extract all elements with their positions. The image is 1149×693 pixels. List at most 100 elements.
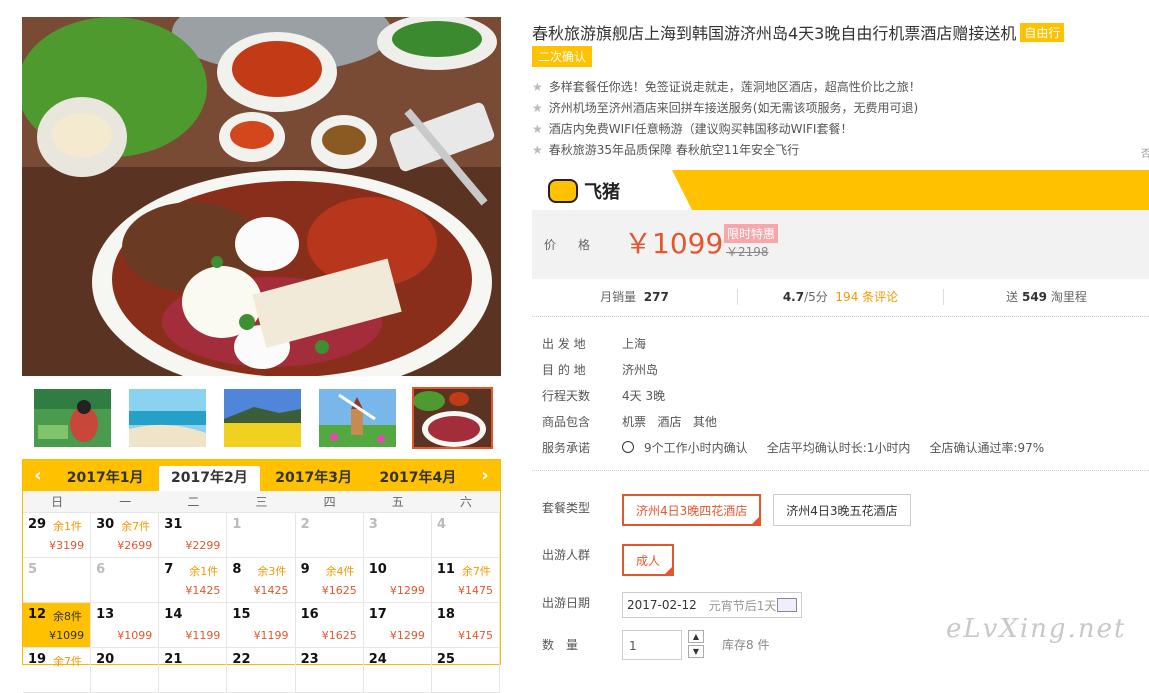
day-stock: 余3件 <box>257 565 287 578</box>
quantity-label: 数 量 <box>542 638 579 652</box>
calendar-month-tab[interactable]: 2017年1月 <box>55 466 156 491</box>
calendar-day[interactable]: 17 ¥1299 <box>363 603 432 648</box>
sales-count: 277 <box>643 290 669 304</box>
rating-suffix: /5分 <box>804 290 828 304</box>
calendar-day[interactable]: 31 ¥2299 <box>159 513 228 558</box>
calendar-day[interactable]: 19 余7件 <box>23 648 92 693</box>
weekday-label: 二 <box>187 495 200 509</box>
thumbnail-3[interactable] <box>222 387 303 449</box>
calendar-day[interactable]: 16 ¥1625 <box>295 603 364 648</box>
calendar-day-selected[interactable]: 12 余8件 ¥1099 <box>23 603 92 648</box>
day-number: 17 <box>368 607 387 622</box>
calendar-day[interactable]: 22 <box>227 648 296 693</box>
feature-item: ★ 多样套餐任你选！免签证说走就走，莲洞地区酒店，超高性价比之旅！ <box>532 77 921 98</box>
day-number: 30 <box>96 517 115 532</box>
calendar-day[interactable]: 11 余7件 ¥1475 <box>431 558 500 603</box>
thumbnail-2-image <box>129 389 206 447</box>
day-stock: 余7件 <box>461 565 491 578</box>
calendar-day-grid: 29 余1件 ¥3199 30 余7件 ¥2699 31 ¥2299 1 2 3 4 5 6 7 余1件 ¥14… <box>23 513 500 693</box>
rating-value: 4.7 <box>782 290 805 304</box>
watermark: eLvXing.net <box>946 614 1127 644</box>
calendar-prev-arrow-icon[interactable]: ‹ <box>23 465 53 486</box>
calendar-day[interactable]: 13 ¥1099 <box>91 603 160 648</box>
thumbnail-5-selected[interactable] <box>412 387 493 449</box>
calendar-day[interactable]: 20 <box>91 648 160 693</box>
day-stock: 余1件 <box>189 565 219 578</box>
package-option-5flower[interactable]: 济州4日3晚五花酒店 <box>773 494 911 526</box>
info-label: 出 发 地 <box>542 337 586 351</box>
package-label: 套餐类型 <box>542 501 591 515</box>
date-row: 出游日期 2017-02-12 元宵节后1天 <box>542 592 802 618</box>
thumbnail-1[interactable] <box>32 387 113 449</box>
day-price: ¥1099 <box>117 629 153 642</box>
thumbnail-2[interactable] <box>127 387 208 449</box>
day-stock: 余1件 <box>53 520 82 533</box>
package-option-4flower[interactable]: 济州4日3晚四花酒店 <box>622 494 762 526</box>
quantity-input[interactable]: 1 <box>622 630 682 660</box>
info-row-departure: 出 发 地 上海 <box>542 331 1044 357</box>
price-label: 价格 <box>544 238 613 252</box>
day-price: ¥2699 <box>117 539 153 552</box>
info-label: 目 的 地 <box>542 363 586 377</box>
day-number: 15 <box>232 607 251 622</box>
day-price: ¥2299 <box>185 539 221 552</box>
rating-summary[interactable]: 4.7/5分 194 条评论 <box>738 288 943 305</box>
day-number: 6 <box>96 562 106 577</box>
weekday-label: 日 <box>51 495 64 509</box>
calendar-month-tab[interactable]: 2017年4月 <box>368 466 469 491</box>
calendar-day[interactable]: 24 <box>363 648 432 693</box>
calendar-day[interactable]: 30 余7件 ¥2699 <box>91 513 160 558</box>
calendar-day[interactable]: 8 余3件 ¥1425 <box>227 558 296 603</box>
travel-date-input[interactable]: 2017-02-12 元宵节后1天 <box>622 592 802 618</box>
info-label: 服务承诺 <box>542 441 591 455</box>
star-icon: ★ <box>532 80 543 94</box>
weekday-label: 四 <box>323 495 336 509</box>
price-value: ￥1099 <box>624 227 724 260</box>
increment-arrow-icon[interactable]: ▲ <box>688 630 704 643</box>
calendar-icon[interactable] <box>777 598 797 612</box>
divider <box>532 470 1149 471</box>
calendar-day[interactable]: 23 <box>295 648 364 693</box>
points-reward: 送 549 淘里程 <box>944 288 1149 305</box>
calendar-day[interactable]: 15 ¥1199 <box>227 603 296 648</box>
calendar-day[interactable]: 25 <box>431 648 500 693</box>
calendar-month-tab[interactable]: 2017年3月 <box>263 466 364 491</box>
day-number: 4 <box>436 517 446 532</box>
calendar-next-arrow-icon[interactable]: › <box>470 465 500 486</box>
divider <box>532 316 1149 317</box>
decrement-arrow-icon[interactable]: ▼ <box>688 645 704 658</box>
calendar-day[interactable]: 21 <box>159 648 228 693</box>
day-stock: 余7件 <box>53 655 82 668</box>
calendar-day[interactable]: 29 余1件 ¥3199 <box>23 513 92 558</box>
calendar-day[interactable]: 10 ¥1299 <box>363 558 432 603</box>
quantity-row: 数 量 1 ▲ ▼ 库存8 件 <box>542 630 769 660</box>
day-number: 3 <box>368 517 378 532</box>
price-box: 价格 ￥1099 限时特惠 ￥2198 <box>532 210 1149 279</box>
calendar-day[interactable]: 7 余1件 ¥1425 <box>159 558 228 603</box>
stock-text: 库存8 件 <box>722 638 770 652</box>
day-stock: 余7件 <box>121 520 151 533</box>
thumbnail-1-image <box>34 389 111 447</box>
price-calendar: ‹ 2017年1月 2017年2月 2017年3月 2017年4月 › 日 一 二 三 四 五 六… <box>22 459 501 693</box>
calendar-day[interactable]: 18 ¥1475 <box>431 603 500 648</box>
fliggy-logo-area: 飞猪 <box>532 170 692 210</box>
monthly-sales: 月销量 277 <box>532 288 737 305</box>
info-value: 济州岛 <box>622 363 659 377</box>
calendar-day[interactable]: 14 ¥1199 <box>159 603 228 648</box>
fliggy-banner: 飞猪 <box>532 170 1149 210</box>
feature-text: 多样套餐任你选！免签证说走就走，莲洞地区酒店，超高性价比之旅！ <box>548 80 921 94</box>
day-number: 10 <box>368 562 387 577</box>
day-price: ¥1475 <box>458 584 493 597</box>
review-count-link[interactable]: 194 条评论 <box>835 290 898 304</box>
points-value: 549 <box>1021 290 1048 304</box>
points-prefix: 送 <box>1006 290 1019 304</box>
crowd-option-adult[interactable]: 成人 <box>622 544 675 576</box>
main-product-photo <box>22 17 501 376</box>
thumbnail-4[interactable] <box>317 387 398 449</box>
date-value: 2017-02-12 <box>627 598 697 612</box>
calendar-month-tab[interactable]: 2017年2月 <box>159 466 260 491</box>
product-title-text: 春秋旅游旗舰店上海到韩国游济州岛4天3晚自由行机票酒店赠接送机 <box>532 24 1017 43</box>
calendar-day: 4 <box>431 513 500 558</box>
feature-item: ★ 酒店内免费WIFI任意畅游（建议购买韩国移动WIFI套餐！ <box>532 119 921 140</box>
calendar-day[interactable]: 9 余4件 ¥1625 <box>295 558 364 603</box>
